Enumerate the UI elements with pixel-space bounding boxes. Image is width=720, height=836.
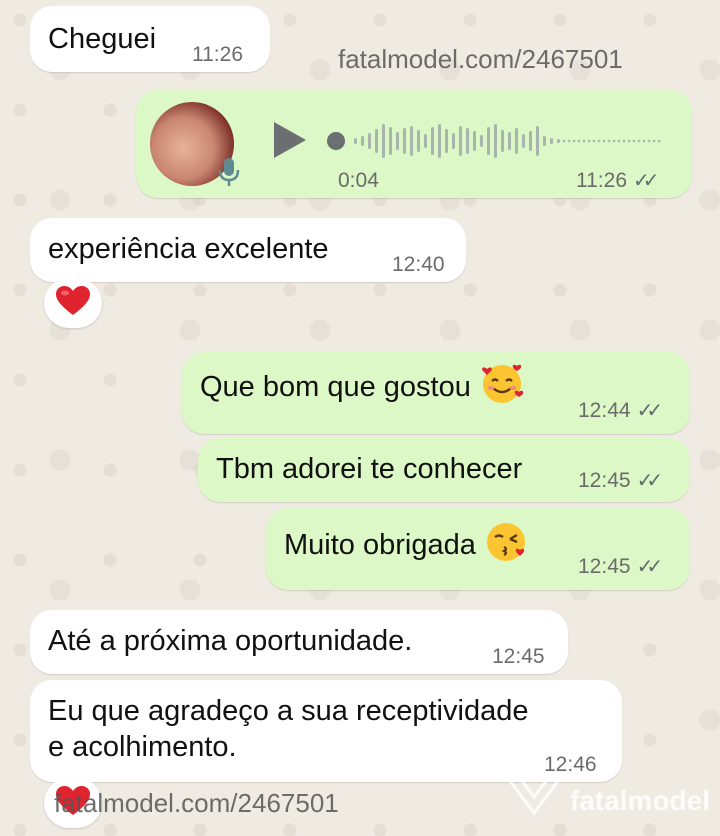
message-bubble-outgoing[interactable]: Muito obrigada 12:45 ✓✓ xyxy=(266,508,690,590)
waveform-dot xyxy=(622,139,626,143)
waveform-bar xyxy=(452,133,455,149)
waveform-bar xyxy=(354,138,357,144)
waveform-bar xyxy=(557,139,560,143)
message-bubble-incoming[interactable]: Cheguei 11:26 xyxy=(30,6,270,72)
waveform-bar xyxy=(536,126,539,156)
waveform-bar xyxy=(361,136,364,146)
waveform-bar xyxy=(522,134,525,148)
waveform-bar xyxy=(494,124,497,158)
waveform-bar xyxy=(459,126,462,156)
waveform-bar xyxy=(480,135,483,147)
waveform-bar xyxy=(515,128,518,154)
waveform-dot xyxy=(642,139,646,143)
watermark-logo: fatalmodel xyxy=(506,777,710,824)
waveform-bar xyxy=(403,128,406,154)
waveform-bar xyxy=(389,127,392,155)
waveform-bar xyxy=(508,132,511,150)
message-time: 12:45 xyxy=(492,645,545,668)
waveform-bar xyxy=(487,127,490,155)
message-time: 12:45 ✓✓ xyxy=(578,555,663,578)
waveform-dot xyxy=(637,139,641,143)
message-text: Até a próxima oportunidade. xyxy=(48,625,413,657)
waveform-bar xyxy=(375,129,378,153)
waveform-bar xyxy=(431,127,434,155)
microphone-icon xyxy=(218,156,240,188)
waveform-dot xyxy=(602,139,606,143)
double-check-icon: ✓✓ xyxy=(636,400,663,422)
heart-icon xyxy=(55,285,91,322)
waveform-dot xyxy=(652,139,656,143)
waveform-bar xyxy=(382,124,385,158)
waveform-dot xyxy=(607,139,611,143)
message-bubble-outgoing[interactable]: Tbm adorei te conhecer 12:45 ✓✓ xyxy=(198,438,690,502)
waveform-dot xyxy=(617,139,621,143)
voice-duration: 0:04 xyxy=(338,169,379,192)
message-text: Que bom que gostou xyxy=(200,365,525,406)
message-bubble-outgoing[interactable]: Que bom que gostou 12:44 ✓✓ xyxy=(182,352,690,434)
message-time: 12:44 ✓✓ xyxy=(578,399,663,422)
double-check-icon: ✓✓ xyxy=(633,170,659,192)
face-blowing-a-kiss-icon xyxy=(486,523,525,562)
message-time: 12:46 xyxy=(544,753,597,776)
waveform-bar xyxy=(473,131,476,151)
waveform-bar xyxy=(410,126,413,156)
message-time: 12:40 xyxy=(392,253,445,276)
watermark-text: fatalmodel.com/2467501 xyxy=(54,788,339,818)
waveform-dot xyxy=(592,139,596,143)
waveform-dot xyxy=(577,139,581,143)
waveform-dot xyxy=(612,139,616,143)
message-time: 11:26 ✓✓ xyxy=(576,169,659,192)
message-text: experiência excelente xyxy=(48,233,329,265)
message-time: 12:45 ✓✓ xyxy=(578,469,663,492)
message-text-line: e acolhimento. xyxy=(48,731,237,763)
message-bubble-incoming[interactable]: Até a próxima oportunidade. 12:45 xyxy=(30,610,568,674)
waveform-dot xyxy=(597,139,601,143)
waveform-dot xyxy=(572,139,576,143)
watermark-text: fatalmodel.com/2467501 xyxy=(338,44,623,74)
playhead-dot xyxy=(327,132,345,150)
waveform-bar xyxy=(550,138,553,144)
waveform-dot xyxy=(567,139,571,143)
logo-mark-icon xyxy=(506,777,562,824)
waveform-bar xyxy=(368,133,371,149)
double-check-icon: ✓✓ xyxy=(636,556,663,578)
waveform-bar xyxy=(543,136,546,146)
waveform-dot xyxy=(647,139,651,143)
audio-waveform[interactable] xyxy=(326,118,676,164)
message-time: 11:26 xyxy=(192,43,243,66)
waveform-bar xyxy=(529,131,532,151)
waveform-bar xyxy=(438,124,441,158)
double-check-icon: ✓✓ xyxy=(636,470,663,492)
waveform-dot xyxy=(627,139,631,143)
reaction-badge[interactable] xyxy=(44,278,102,328)
smiling-face-with-hearts-icon xyxy=(482,365,524,404)
message-bubble-incoming[interactable]: experiência excelente 12:40 xyxy=(30,218,466,282)
message-text: Muito obrigada xyxy=(284,523,530,564)
play-icon[interactable] xyxy=(272,120,308,160)
waveform-dot xyxy=(587,139,591,143)
waveform-bar xyxy=(501,130,504,152)
message-text: Tbm adorei te conhecer xyxy=(216,453,523,485)
waveform-dot xyxy=(657,139,661,143)
message-text: Cheguei xyxy=(48,23,157,55)
waveform-dot xyxy=(582,139,586,143)
waveform-bar xyxy=(417,130,420,152)
waveform-dot xyxy=(562,139,566,143)
voice-message-bubble[interactable]: 0:04 11:26 ✓✓ xyxy=(136,90,692,198)
waveform-bar xyxy=(466,128,469,154)
waveform-bar xyxy=(424,134,427,148)
message-bubble-incoming[interactable]: Eu que agradeço a sua receptividade e ac… xyxy=(30,680,622,782)
waveform-bar xyxy=(445,129,448,153)
message-text-line: Eu que agradeço a sua receptividade xyxy=(48,695,529,727)
waveform-dot xyxy=(632,139,636,143)
waveform-bar xyxy=(396,132,399,150)
